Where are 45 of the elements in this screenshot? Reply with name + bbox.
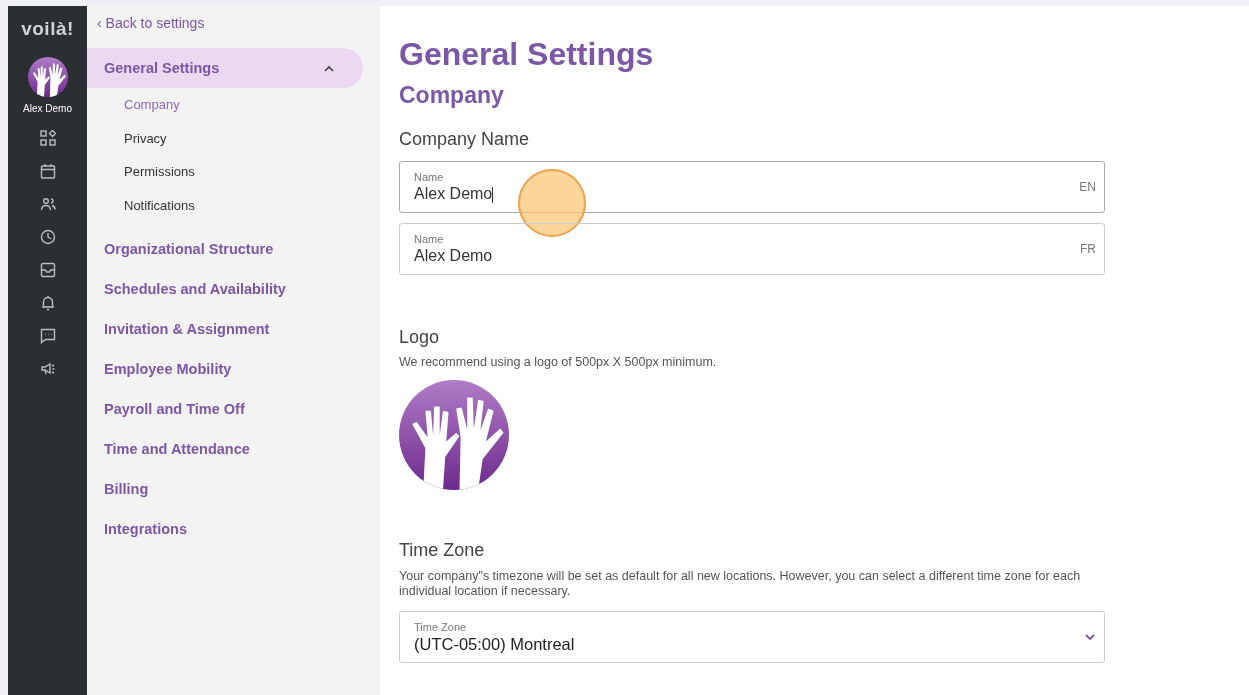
nav-section[interactable]: Invitation & Assignment (87, 309, 363, 349)
section-title: Company (399, 82, 505, 109)
megaphone-icon[interactable] (39, 361, 56, 377)
nav-item[interactable]: Notifications (87, 188, 380, 222)
field-heading: Company Name (399, 129, 531, 150)
nav-section[interactable]: Payroll and Time Off (87, 389, 363, 429)
field-value: (UTC-05:00) Montreal (414, 634, 575, 654)
field-label: Time Zone (414, 620, 468, 633)
field-label: Name (414, 171, 445, 183)
field-value: Alex Demo (414, 185, 494, 203)
people-icon[interactable] (39, 196, 56, 212)
chevron-icon[interactable] (323, 64, 335, 72)
field-value: Alex Demo (414, 247, 493, 265)
nav-item[interactable]: Permissions (87, 155, 380, 189)
page-title: General Settings (399, 36, 655, 73)
nav-section[interactable]: Organizational Structure (87, 229, 363, 269)
field-heading: Logo (399, 327, 441, 348)
time-zone-select[interactable]: Time Zone (UTC-05:00) Montreal (399, 611, 1105, 663)
logo-hint: We recommend using a logo of 500px X 500px minimum. (399, 355, 718, 370)
dashboard-icon[interactable] (39, 130, 56, 146)
language-label: EN (1079, 180, 1096, 194)
user-name: Alex Demo (23, 103, 72, 114)
clock-icon[interactable] (39, 229, 56, 245)
bell-icon[interactable] (39, 295, 56, 311)
nav-section[interactable]: Employee Mobility (87, 349, 363, 389)
name-field[interactable]: Name Alex Demo FR (399, 223, 1105, 275)
inbox-icon[interactable] (39, 262, 56, 278)
field-heading: Time Zone (399, 540, 486, 561)
nav-item[interactable]: Company (87, 88, 380, 122)
chat-icon[interactable] (39, 328, 56, 344)
language-label: FR (1080, 242, 1096, 256)
name-field[interactable]: Name Alex Demo EN (399, 161, 1105, 213)
time-zone-hint: Your company"s timezone will be set as default for all new locations. However, you can select a different time zone for each individual location if necessary. (399, 569, 1082, 599)
nav-section[interactable]: Integrations (87, 509, 363, 549)
back-link[interactable]: ‹ Back to settings (97, 15, 380, 31)
nav-section[interactable]: Time and Attendance (87, 429, 363, 469)
nav-section[interactable]: Schedules and Availability (87, 269, 363, 309)
nav-item[interactable]: Privacy (87, 121, 380, 155)
nav-section[interactable]: General Settings (87, 48, 363, 88)
brand-logo: voilà! (21, 18, 74, 40)
nav-section[interactable]: Billing (87, 469, 363, 509)
company-logo[interactable] (399, 380, 509, 490)
calendar-icon[interactable] (39, 163, 56, 179)
chevron-icon (1084, 633, 1096, 641)
field-label: Name (414, 233, 445, 245)
